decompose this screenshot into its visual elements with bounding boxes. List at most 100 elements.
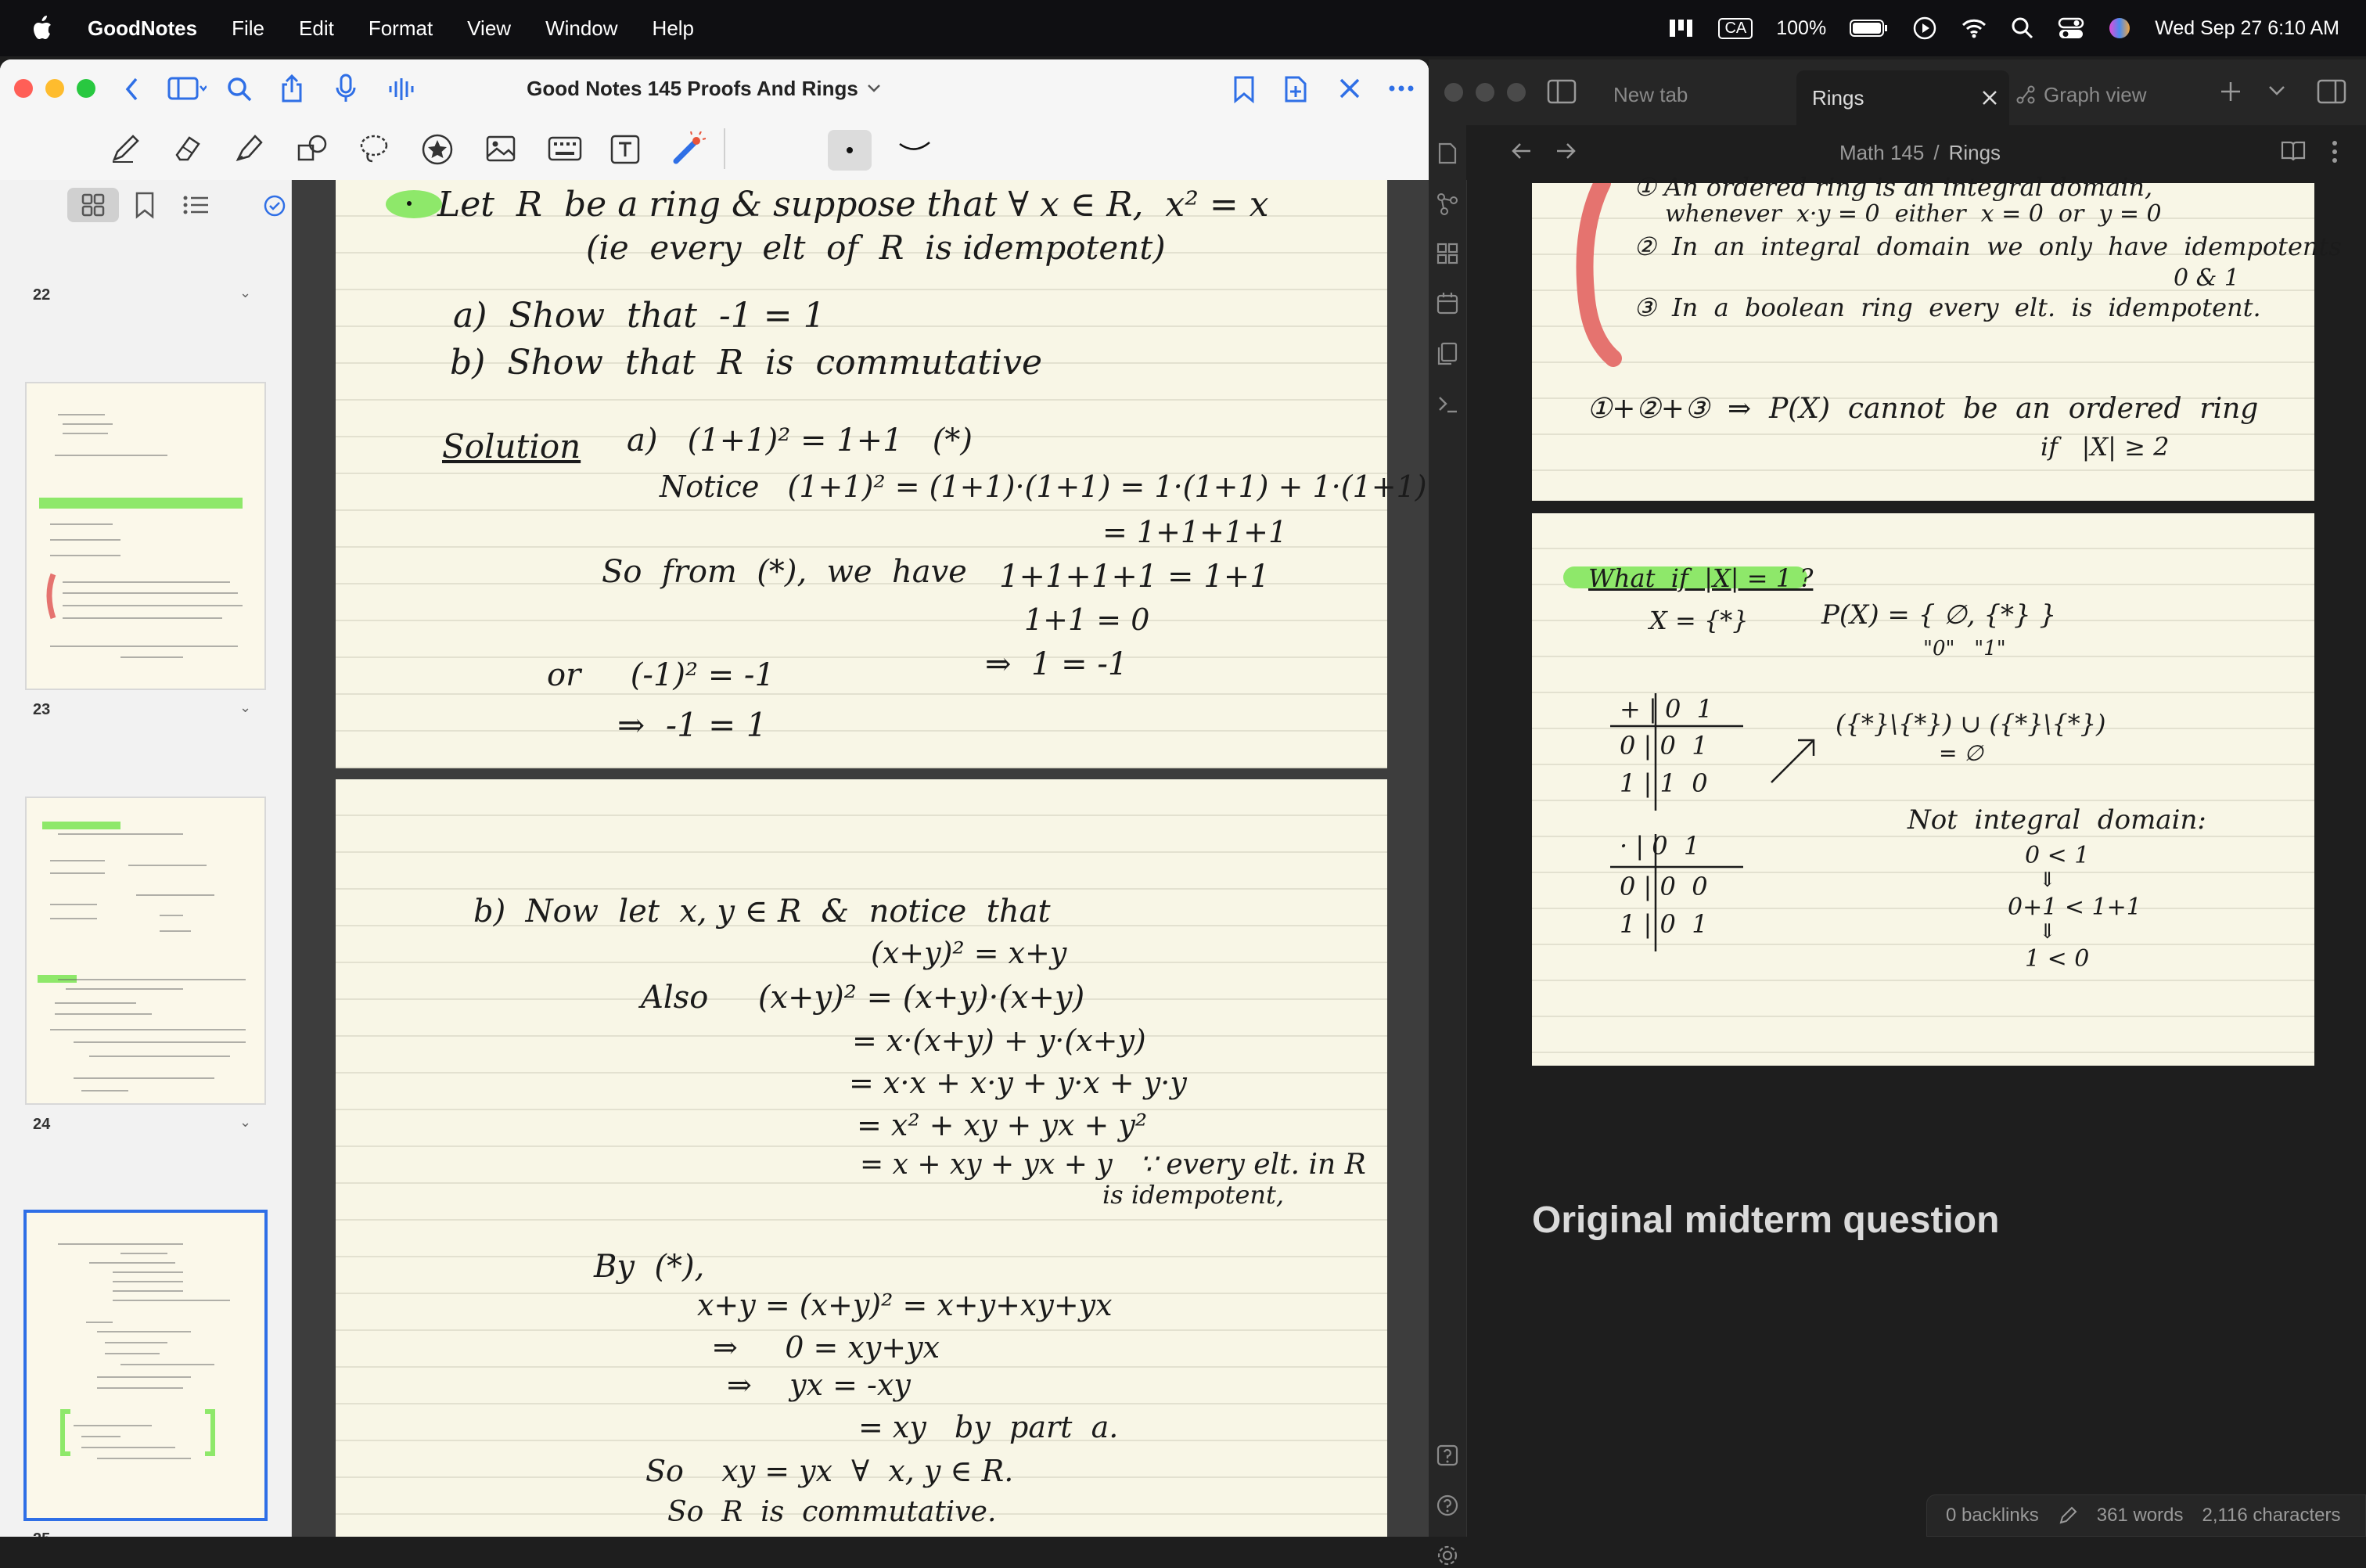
page-options-chevron-icon[interactable]: ⌄ [239, 699, 251, 716]
settings-gear-icon[interactable] [1435, 1543, 1460, 1568]
spotlight-search-icon[interactable] [2011, 16, 2034, 40]
eraser-tool-icon[interactable] [171, 133, 202, 164]
graph-view-icon[interactable] [1435, 191, 1460, 216]
laser-pointer-icon[interactable] [671, 131, 706, 166]
minimize-window-button[interactable] [45, 79, 64, 98]
handwritten-line: Let R be a ring & suppose that ∀ x ∈ R, … [437, 185, 1269, 225]
navigate-forward-icon[interactable] [1554, 139, 1577, 163]
reading-view-book-icon[interactable] [2280, 139, 2307, 163]
page-thumbnail-23[interactable] [27, 383, 264, 689]
menu-clock[interactable]: Wed Sep 27 6:10 AM [2155, 17, 2339, 40]
handwritten-line: is idempotent, [1102, 1180, 1285, 1210]
audio-waveform-icon[interactable] [388, 77, 415, 102]
note-page-25[interactable]: b) Now let x, y ∈ R & notice that (x+y)²… [336, 779, 1387, 1537]
shape-tool-icon[interactable] [296, 133, 330, 164]
templates-copy-icon[interactable] [1435, 341, 1460, 366]
menu-window[interactable]: Window [545, 16, 617, 41]
sidebar-toggle-icon[interactable] [167, 77, 207, 100]
page-options-chevron-icon[interactable]: ⌄ [239, 285, 251, 301]
pen-curve-style-icon[interactable] [898, 139, 931, 155]
backlinks-count[interactable]: 0 backlinks [1946, 1505, 2039, 1527]
battery-icon[interactable] [1850, 18, 1889, 38]
menu-help[interactable]: Help [653, 16, 694, 41]
highlighter-tool-icon[interactable] [233, 133, 264, 164]
app-name-menu[interactable]: GoodNotes [88, 16, 197, 41]
page-options-chevron-icon[interactable]: ⌄ [239, 1529, 251, 1537]
elements-star-icon[interactable] [421, 133, 454, 166]
handwritten-line: X = {*} [1649, 606, 1749, 635]
pen-tool-icon[interactable] [110, 133, 141, 164]
note-page-24[interactable]: Let R be a ring & suppose that ∀ x ∈ R, … [336, 180, 1427, 768]
apple-menu-icon[interactable] [30, 15, 53, 41]
handwritten-line: By (*), [594, 1249, 705, 1285]
bookmark-icon[interactable] [1233, 75, 1255, 103]
embedded-note-image[interactable]: ① An ordered ring is an integral domain,… [1532, 172, 2342, 501]
status-bar: 0 backlinks 361 words 2,116 characters [1926, 1494, 2366, 1537]
menu-view[interactable]: View [467, 16, 511, 41]
right-sidebar-toggle-icon[interactable] [2316, 78, 2347, 105]
left-sidebar-toggle-icon[interactable] [1546, 78, 1577, 105]
select-pages-icon[interactable] [263, 194, 286, 218]
tab-rings-active[interactable]: Rings [1796, 70, 2009, 125]
wifi-icon[interactable] [1961, 17, 1987, 39]
keyboard-tool-icon[interactable] [548, 136, 582, 161]
share-icon[interactable] [280, 74, 304, 103]
close-window-button[interactable] [1444, 83, 1463, 102]
status-app-icon[interactable] [1668, 16, 1695, 40]
input-source-indicator[interactable]: CA [1718, 17, 1753, 39]
canvas-icon[interactable] [1435, 241, 1460, 266]
embedded-note-image[interactable]: What if |X| = 1 ? X = {*} P(X) = { ∅, {*… [1532, 513, 2314, 1066]
zoom-window-button[interactable] [77, 79, 95, 98]
breadcrumb-note[interactable]: Rings [1949, 141, 2001, 165]
handwritten-line: 1+1+1+1 = 1+1 [999, 559, 1270, 595]
page-thumbnail-25-selected[interactable] [27, 1213, 264, 1518]
handwritten-line: ①+②+③ ⇒ P(X) cannot be an ordered ring [1587, 393, 2259, 425]
help-icon[interactable] [1435, 1493, 1460, 1518]
image-tool-icon[interactable] [485, 135, 516, 163]
back-chevron-icon[interactable] [124, 77, 139, 102]
outline-list-icon[interactable] [183, 194, 210, 216]
edit-pencil-icon[interactable] [2058, 1505, 2078, 1526]
red-bracket-mark [1576, 183, 1622, 367]
text-tool-icon[interactable] [610, 135, 640, 164]
now-playing-icon[interactable] [1912, 16, 1937, 41]
menu-edit[interactable]: Edit [299, 16, 334, 41]
tab-graph-view[interactable]: Graph view [2009, 70, 2203, 119]
thumbnails-view-toggle[interactable] [67, 188, 119, 222]
handwritten-line: "0" "1" [1923, 637, 2006, 660]
handwritten-line: a) Show that -1 = 1 [453, 296, 825, 336]
page-options-chevron-icon[interactable]: ⌄ [239, 1114, 251, 1131]
add-page-icon[interactable] [1283, 75, 1308, 103]
zoom-window-button[interactable] [1507, 83, 1526, 102]
command-palette-icon[interactable] [1435, 391, 1460, 416]
minimize-window-button[interactable] [1476, 83, 1494, 102]
tab-list-chevron-icon[interactable] [2267, 85, 2286, 97]
menu-file[interactable]: File [232, 16, 264, 41]
bookmarks-filter-icon[interactable] [135, 191, 155, 219]
microphone-icon[interactable] [335, 74, 357, 103]
menu-format[interactable]: Format [369, 16, 433, 41]
close-tab-icon[interactable] [1981, 89, 1998, 106]
open-quick-switcher-icon[interactable] [1435, 141, 1460, 166]
lasso-tool-icon[interactable] [358, 133, 390, 164]
handwritten-line: ⇒ 1 = -1 [985, 646, 1128, 682]
pen-size-selected[interactable] [828, 130, 872, 171]
document-title-button[interactable]: Good Notes 145 Proofs And Rings [469, 59, 939, 117]
control-center-icon[interactable] [2058, 16, 2084, 40]
switch-vault-icon[interactable] [1435, 1443, 1460, 1468]
daily-note-calendar-icon[interactable] [1435, 291, 1460, 316]
siri-icon[interactable] [2108, 16, 2131, 40]
navigate-back-icon[interactable] [1510, 139, 1534, 163]
new-tab-plus-icon[interactable] [2219, 80, 2242, 103]
tab-new-tab[interactable]: New tab [1613, 70, 1801, 119]
addition-table-row: 1 | 1 0 [1620, 768, 1708, 798]
more-options-icon[interactable] [2330, 139, 2339, 164]
handwritten-line: (ie every elt of R is idempotent) [586, 228, 1166, 267]
close-tools-icon[interactable] [1338, 77, 1361, 100]
search-icon[interactable] [227, 77, 252, 102]
breadcrumb-folder[interactable]: Math 145 [1839, 141, 1924, 165]
page-thumbnail-24[interactable] [27, 798, 264, 1103]
note-canvas[interactable]: Let R be a ring & suppose that ∀ x ∈ R, … [292, 180, 1429, 1537]
close-window-button[interactable] [14, 79, 33, 98]
more-options-icon[interactable] [1388, 83, 1415, 94]
